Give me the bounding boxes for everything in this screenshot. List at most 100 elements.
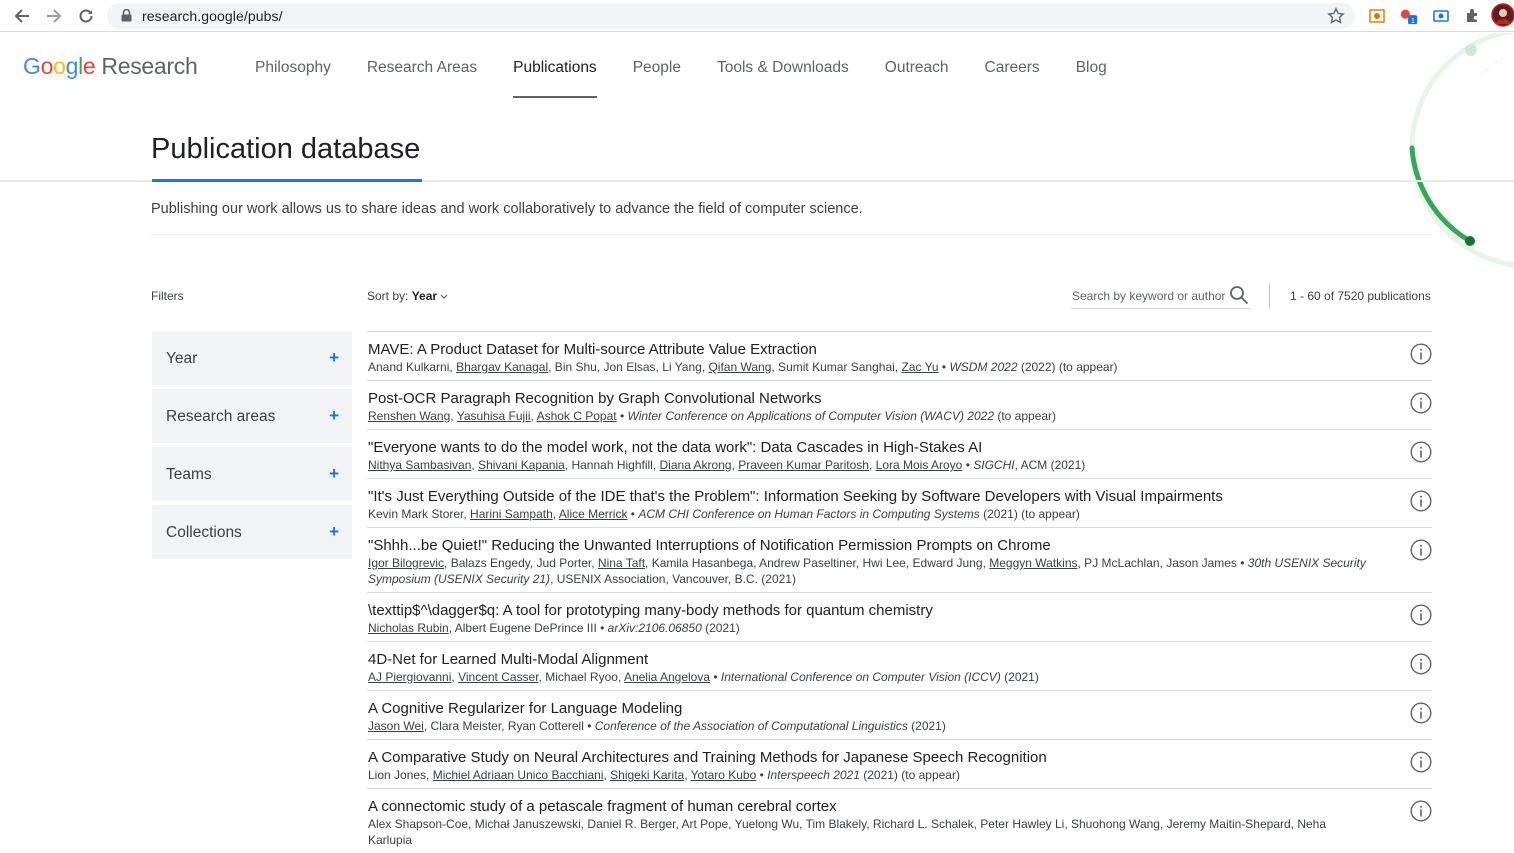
nav-careers[interactable]: Careers [985,59,1040,99]
author-link[interactable]: Lora Mois Aroyo [876,458,963,472]
nav-outreach[interactable]: Outreach [885,59,949,99]
profile-avatar[interactable] [1491,3,1514,27]
expand-plus-icon[interactable]: + [329,406,339,426]
author-link[interactable]: Yotaro Kubo [691,768,757,782]
author-link[interactable]: Ashok C Popat [537,409,617,423]
search-icon[interactable] [1229,285,1249,310]
publication-title[interactable]: A Cognitive Regularizer for Language Mod… [368,700,1372,718]
meta-text: (2021) [907,719,946,733]
meta-text: (2021) (to appear) [859,768,960,782]
nav-philosophy[interactable]: Philosophy [255,59,331,99]
author-link[interactable]: Diana Akrong [660,458,732,472]
filter-research-areas[interactable]: Research areas + [152,389,352,443]
publication-title[interactable]: "Shhh...be Quiet!" Reducing the Unwanted… [368,537,1372,555]
author-link[interactable]: Anelia Angelova [624,670,710,684]
nav-people[interactable]: People [633,59,681,99]
logo-research-text[interactable]: Research [101,53,197,79]
extensions-puzzle-icon[interactable] [1463,6,1483,26]
toolbar-divider [1269,284,1270,308]
nav-blog[interactable]: Blog [1076,59,1107,99]
reload-icon[interactable] [76,6,96,26]
expand-plus-icon[interactable]: + [329,348,339,368]
info-icon[interactable] [1410,490,1432,512]
google-research-logo[interactable]: Google Research [23,53,198,80]
info-icon[interactable] [1410,343,1432,365]
back-icon[interactable] [12,6,32,26]
publication-meta: Nithya Sambasivan, Shivani Kapania, Hann… [368,457,1372,473]
expand-plus-icon[interactable]: + [329,464,339,484]
publication-title[interactable]: A Comparative Study on Neural Architectu… [368,749,1372,767]
author-link[interactable]: Nithya Sambasivan [368,458,471,472]
author-link[interactable]: Igor Bilogrevic [368,556,444,570]
author-link[interactable]: Shigeki Karita [610,768,684,782]
info-icon[interactable] [1410,441,1432,463]
filter-teams[interactable]: Teams + [152,447,352,501]
nav-publications[interactable]: Publications [513,59,597,99]
venue-text: Interspeech 2021 [767,768,860,782]
venue-text: arXiv:2106.06850 [607,621,702,635]
filter-year[interactable]: Year + [152,331,352,385]
publication-title[interactable]: 4D-Net for Learned Multi-Modal Alignment [368,651,1372,669]
main-nav: Philosophy Research Areas Publications P… [255,59,1143,99]
meta-text: Alex Shapson-Coe, Michał Januszewski, Da… [368,817,1327,847]
extension-badge-icon[interactable]: 1 [1399,6,1419,26]
author-link[interactable]: Vincent Casser [458,670,539,684]
info-icon[interactable] [1410,702,1432,724]
author-link[interactable]: Nina Taft [598,556,645,570]
forward-icon[interactable] [44,6,64,26]
url-text[interactable]: research.google/pubs/ [142,8,283,24]
author-link[interactable]: Zac Yu [901,360,938,374]
author-link[interactable]: Nicholas Rubin [368,621,449,635]
info-icon[interactable] [1410,751,1432,773]
info-icon[interactable] [1410,800,1432,822]
chevron-down-icon[interactable] [440,289,448,303]
author-link[interactable]: Renshen Wang [368,409,450,423]
expand-plus-icon[interactable]: + [329,522,339,542]
extension-camera-icon[interactable] [1367,6,1387,26]
info-icon[interactable] [1410,392,1432,414]
publication-title[interactable]: A connectomic study of a petascale fragm… [368,798,1372,816]
publication-title[interactable]: \texttip$^\dagger$q: A tool for prototyp… [368,602,1372,620]
bookmark-star-icon[interactable] [1327,7,1345,30]
search-input[interactable]: Search by keyword or author [1072,289,1225,303]
author-link[interactable]: Alice Merrick [559,507,628,521]
meta-text: • [938,360,950,374]
author-link[interactable]: Harini Sampath [470,507,553,521]
publication-list: MAVE: A Product Dataset for Multi-source… [367,331,1432,853]
publication-row: A Comparative Study on Neural Architectu… [367,739,1432,788]
publication-title[interactable]: MAVE: A Product Dataset for Multi-source… [368,341,1372,359]
nav-research-areas[interactable]: Research Areas [367,59,477,99]
meta-text: (2021) [1000,670,1039,684]
extension-screen-icon[interactable] [1431,6,1451,26]
sort-dropdown[interactable]: Sort by: Year [367,289,448,303]
author-link[interactable]: Jason Wei [368,719,424,733]
venue-text: Winter Conference on Applications of Com… [627,409,994,423]
author-link[interactable]: Bhargav Kanagal [456,360,548,374]
sort-value[interactable]: Year [412,289,437,303]
author-link[interactable]: Meggyn Watkins [989,556,1077,570]
search-field[interactable]: Search by keyword or author [1071,285,1251,309]
nav-tools-downloads[interactable]: Tools & Downloads [717,59,849,99]
info-icon[interactable] [1410,604,1432,626]
info-icon[interactable] [1410,539,1432,561]
meta-text: • [962,458,974,472]
author-link[interactable]: Michiel Adriaan Unico Bacchiani [433,768,604,782]
lock-icon[interactable] [121,8,132,27]
filter-collections[interactable]: Collections + [152,505,352,559]
author-link[interactable]: Shivani Kapania [478,458,565,472]
author-link[interactable]: AJ Piergiovanni [368,670,451,684]
publication-title[interactable]: Post-OCR Paragraph Recognition by Graph … [368,390,1372,408]
publication-meta: Nicholas Rubin, Albert Eugene DePrince I… [368,620,1372,636]
meta-text: , Clara Meister, Ryan Cotterell • [423,719,595,733]
publication-title[interactable]: "Everyone wants to do the model work, no… [368,439,1372,457]
publication-title[interactable]: "It's Just Everything Outside of the IDE… [368,488,1372,506]
address-bar[interactable]: research.google/pubs/ [107,3,1355,29]
author-link[interactable]: Qifan Wang [708,360,771,374]
author-link[interactable]: Yasuhisa Fujii [457,409,531,423]
meta-text: , Bin Shu, Jon Elsas, Li Yang, [548,360,709,374]
author-link[interactable]: Praveen Kumar Paritosh [738,458,869,472]
info-icon[interactable] [1410,653,1432,675]
site-header: Google Research Philosophy Research Areas… [0,33,1514,101]
meta-text: , PJ McLachlan, Jason James • [1077,556,1248,570]
sort-prefix: Sort by: [367,289,409,303]
